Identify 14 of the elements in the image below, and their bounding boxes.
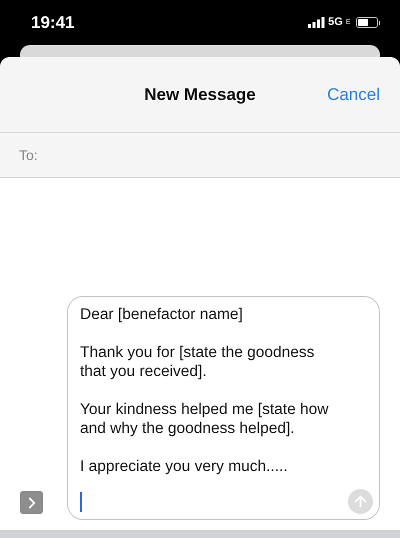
message-paragraph: Your kindness helped me [state how and why the goodness helped].: [80, 400, 330, 438]
recipient-field[interactable]: To:: [0, 133, 400, 178]
sheet-title: New Message: [144, 84, 256, 106]
expand-button[interactable]: [20, 491, 43, 514]
clock: 19:41: [31, 12, 74, 34]
cancel-button[interactable]: Cancel: [327, 82, 380, 108]
message-input[interactable]: Dear [benefactor name] Thank you for [state the goodness that you received]. Your kindness helped me [state how and why the goodness helped]. I appreciate you very much.....: [67, 296, 380, 520]
text-cursor: [80, 492, 82, 512]
message-paragraph: Dear [benefactor name]: [80, 305, 244, 324]
network-label: 5G: [328, 17, 343, 28]
message-paragraph: Thank you for [state the goodness that you received].: [80, 343, 316, 381]
message-paragraph: I appreciate you very much.....: [80, 457, 289, 476]
battery-icon: [356, 17, 380, 28]
signal-icon: [308, 17, 326, 28]
